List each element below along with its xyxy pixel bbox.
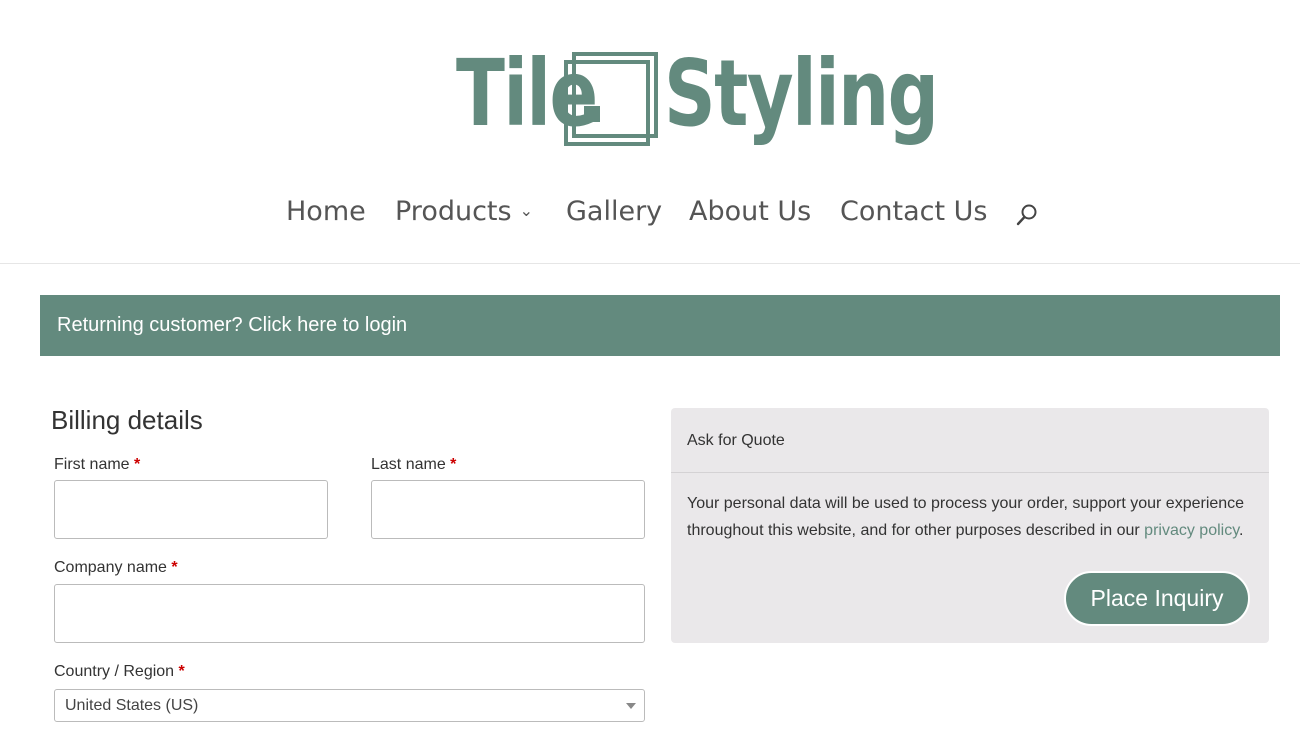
place-inquiry-button[interactable]: Place Inquiry (1064, 571, 1250, 626)
nav-item-products[interactable]: Products ⌄ (395, 196, 533, 227)
search-icon[interactable] (1015, 202, 1039, 228)
last-name-label: Last name * (371, 456, 456, 474)
nav-item-home[interactable]: Home (286, 196, 366, 227)
first-name-label-text: First name (54, 456, 130, 473)
country-region-select[interactable]: United States (US) (54, 689, 645, 722)
main-navigation: Home Products ⌄ Gallery About Us Contact … (0, 196, 1300, 240)
last-name-label-text: Last name (371, 456, 446, 473)
logo-word-styling: Styling (664, 40, 939, 147)
notice-text: Returning customer? Click here to login (57, 314, 408, 336)
last-name-field[interactable] (371, 480, 645, 539)
nav-item-about-us[interactable]: About Us (689, 196, 811, 227)
quote-panel-divider (671, 472, 1269, 473)
required-marker: * (450, 456, 457, 473)
company-name-label-text: Company name (54, 559, 167, 576)
required-marker: * (171, 559, 178, 576)
country-region-value: United States (US) (65, 696, 199, 714)
first-name-field[interactable] (54, 480, 328, 539)
ask-for-quote-title: Ask for Quote (687, 432, 785, 449)
required-marker: * (178, 663, 185, 680)
dropdown-arrow-icon (626, 703, 636, 709)
company-name-field[interactable] (54, 584, 645, 643)
country-region-label-text: Country / Region (54, 663, 175, 680)
logo-square-mark-icon (564, 52, 658, 146)
country-region-label: Country / Region * (54, 663, 185, 681)
company-name-label: Company name * (54, 559, 178, 577)
ask-for-quote-panel: Ask for Quote Your personal data will be… (671, 408, 1269, 643)
site-logo[interactable]: Tile Styling (456, 48, 939, 150)
billing-details-heading: Billing details (51, 405, 203, 435)
privacy-notice-text: Your personal data will be used to proce… (687, 490, 1247, 544)
first-name-label: First name * (54, 456, 140, 474)
nav-item-products-label: Products (395, 196, 512, 227)
nav-item-gallery[interactable]: Gallery (566, 196, 662, 227)
privacy-policy-link[interactable]: privacy policy (1144, 522, 1239, 539)
chevron-down-icon: ⌄ (519, 201, 533, 220)
nav-item-contact-us[interactable]: Contact Us (840, 196, 987, 227)
header-divider (0, 263, 1300, 264)
privacy-text-after: . (1239, 522, 1244, 539)
returning-customer-login-link[interactable]: Returning customer? Click here to login (40, 295, 1280, 356)
required-marker: * (134, 456, 141, 473)
